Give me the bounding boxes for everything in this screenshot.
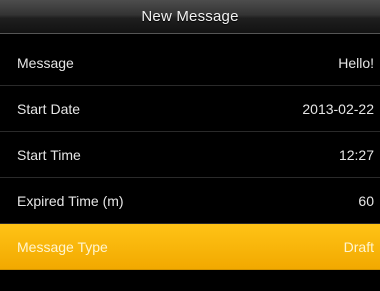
row-value: Hello! bbox=[338, 54, 374, 71]
title-bar: New Message bbox=[0, 0, 380, 34]
row-label: Start Time bbox=[17, 146, 81, 163]
row-start-time[interactable]: Start Time 12:27 bbox=[0, 132, 380, 178]
row-value: 60 bbox=[358, 192, 374, 209]
row-message-type[interactable]: Message Type Draft bbox=[0, 224, 380, 270]
row-label: Expired Time (m) bbox=[17, 192, 124, 209]
device-screen: New Message Message Hello! Start Date 20… bbox=[0, 0, 380, 291]
row-expired-time[interactable]: Expired Time (m) 60 bbox=[0, 178, 380, 224]
page-title: New Message bbox=[141, 8, 239, 25]
row-value: Draft bbox=[343, 238, 374, 255]
row-value: 12:27 bbox=[338, 146, 374, 163]
settings-list: Message Hello! Start Date 2013-02-22 Sta… bbox=[0, 40, 380, 270]
row-label: Message Type bbox=[17, 238, 108, 255]
row-label: Start Date bbox=[17, 100, 81, 117]
row-value: 2013-02-22 bbox=[302, 100, 374, 117]
row-label: Message bbox=[17, 54, 74, 71]
row-message[interactable]: Message Hello! bbox=[0, 40, 380, 86]
row-start-date[interactable]: Start Date 2013-02-22 bbox=[0, 86, 380, 132]
